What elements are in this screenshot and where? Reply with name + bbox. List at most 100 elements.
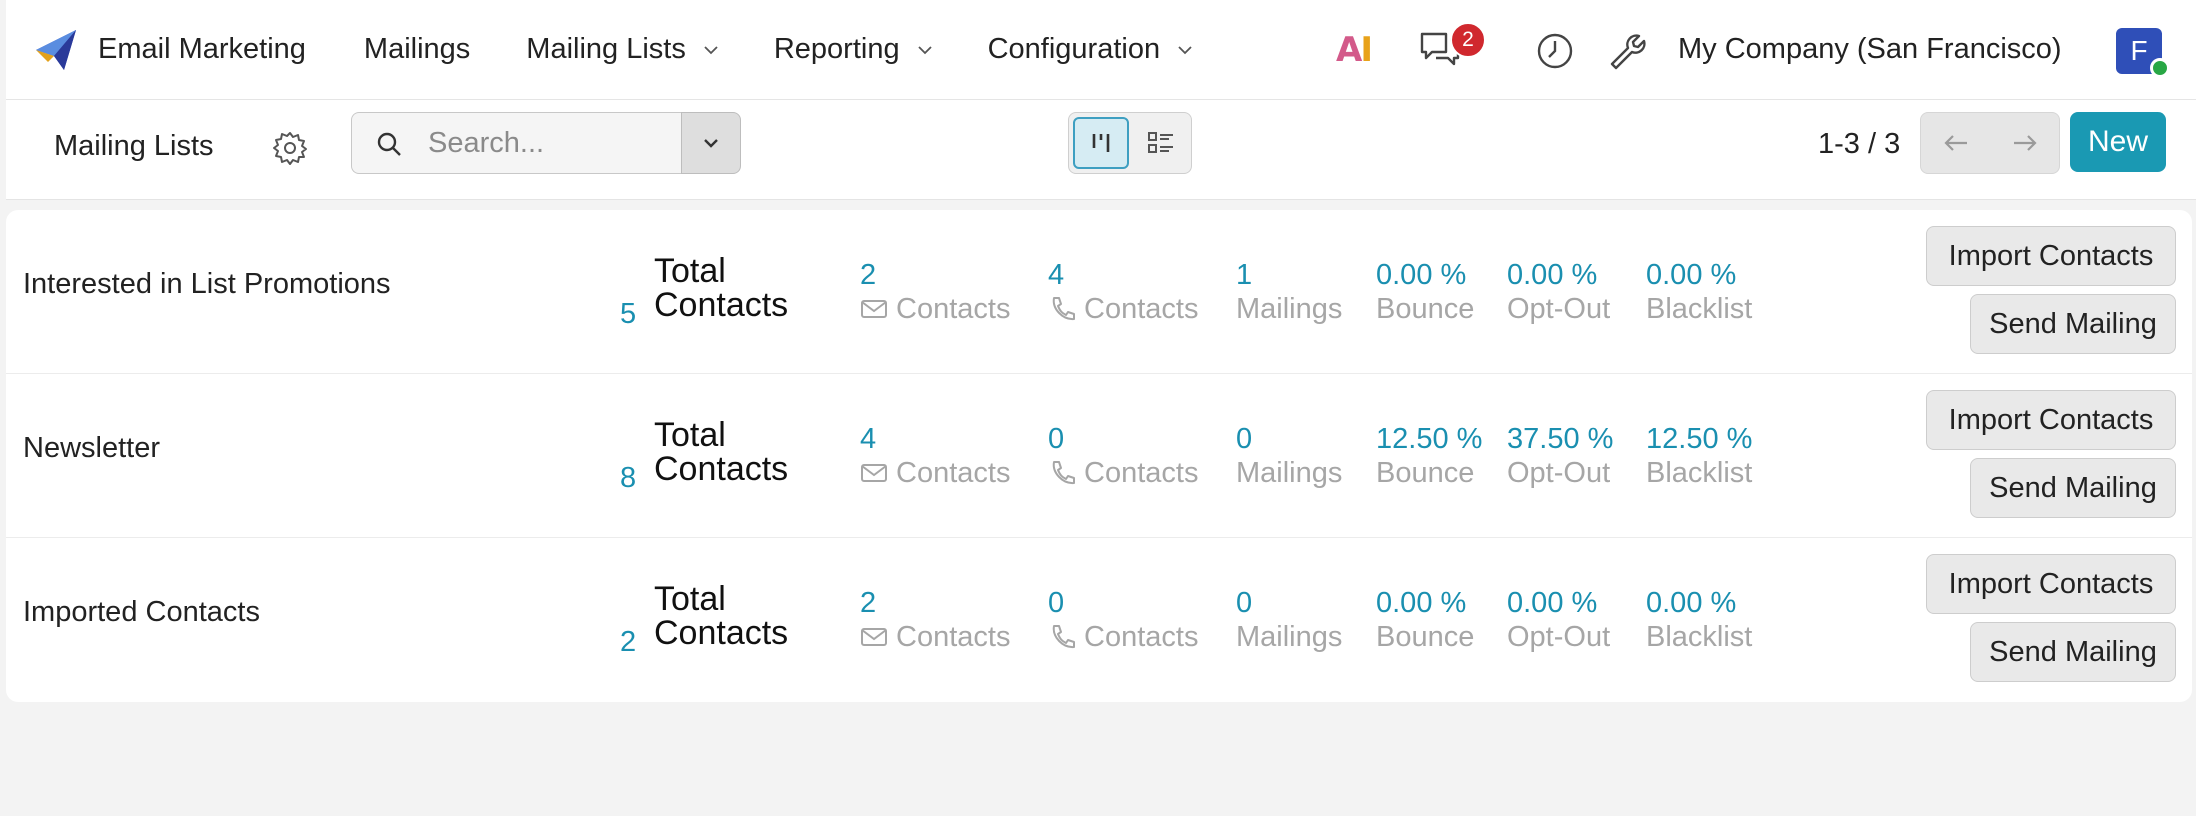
phone-contacts-value: 4 bbox=[1048, 259, 1065, 291]
optout-stat[interactable]: 37.50 % Opt-Out bbox=[1507, 422, 1613, 490]
phone-icon bbox=[1052, 461, 1075, 485]
phone-contacts-stat[interactable]: 0 Contacts bbox=[1048, 586, 1198, 654]
total-label-line1: Total bbox=[654, 416, 726, 454]
control-panel: Mailing Lists 1-3 / 3 bbox=[6, 100, 2196, 200]
clock-icon[interactable] bbox=[1536, 32, 1574, 70]
phone-contacts-stat[interactable]: 4 Contacts bbox=[1048, 258, 1198, 326]
total-label-line1: Total bbox=[654, 580, 726, 618]
new-button[interactable]: New bbox=[2070, 112, 2166, 172]
mailings-stat[interactable]: 0 Mailings bbox=[1236, 586, 1342, 654]
import-contacts-button[interactable]: Import Contacts bbox=[1926, 390, 2176, 450]
envelope-icon bbox=[861, 628, 887, 646]
wrench-icon[interactable] bbox=[1606, 30, 1646, 70]
total-label-line2: Contacts bbox=[654, 614, 789, 652]
optout-label: Opt-Out bbox=[1507, 293, 1611, 325]
gear-icon[interactable] bbox=[270, 128, 310, 168]
presence-indicator bbox=[2150, 58, 2170, 78]
list-name: Interested in List Promotions bbox=[23, 268, 391, 300]
mailings-stat[interactable]: 1 Mailings bbox=[1236, 258, 1342, 326]
send-mailing-button[interactable]: Send Mailing bbox=[1970, 458, 2176, 518]
menu-mailing-lists[interactable]: Mailing Lists bbox=[526, 33, 718, 66]
mailings-value: 0 bbox=[1236, 423, 1253, 455]
blacklist-label: Blacklist bbox=[1646, 457, 1753, 489]
total-contacts-value: 8 bbox=[620, 462, 637, 494]
send-mailing-button[interactable]: Send Mailing bbox=[1970, 622, 2176, 682]
mailing-lists-panel: Interested in List Promotions 5 Total Co… bbox=[6, 210, 2192, 702]
list-view-button[interactable] bbox=[1133, 117, 1189, 169]
total-label-line2: Contacts bbox=[654, 450, 789, 488]
blacklist-stat[interactable]: 0.00 % Blacklist bbox=[1646, 258, 1752, 326]
company-switcher[interactable]: My Company (San Francisco) bbox=[1678, 33, 2062, 66]
menu-configuration[interactable]: Configuration bbox=[988, 33, 1193, 66]
menu-mailings[interactable]: Mailings bbox=[364, 33, 470, 66]
pager-value[interactable]: 1-3 / 3 bbox=[1818, 128, 1900, 161]
phone-contacts-value: 0 bbox=[1048, 587, 1065, 619]
blacklist-value: 0.00 % bbox=[1646, 259, 1737, 291]
blacklist-stat[interactable]: 0.00 % Blacklist bbox=[1646, 586, 1752, 654]
email-contacts-label: Contacts bbox=[896, 293, 1011, 325]
mailings-value: 1 bbox=[1236, 259, 1253, 291]
app-name[interactable]: Email Marketing bbox=[98, 33, 306, 66]
mailings-label: Mailings bbox=[1236, 457, 1343, 489]
mailing-list-row[interactable]: Interested in List Promotions 5 Total Co… bbox=[6, 210, 2192, 374]
view-switcher bbox=[1068, 112, 1192, 174]
app-logo-icon[interactable] bbox=[34, 28, 78, 72]
mailing-list-row[interactable]: Newsletter 8 Total Contacts 4 Contacts 0… bbox=[6, 374, 2192, 538]
bounce-label: Bounce bbox=[1376, 293, 1475, 325]
search-options-toggle[interactable] bbox=[681, 112, 741, 174]
send-mailing-button[interactable]: Send Mailing bbox=[1970, 294, 2176, 354]
bounce-label: Bounce bbox=[1376, 457, 1475, 489]
optout-value: 37.50 % bbox=[1507, 423, 1614, 455]
menu-reporting-label: Reporting bbox=[773, 33, 900, 65]
optout-stat[interactable]: 0.00 % Opt-Out bbox=[1507, 586, 1610, 654]
phone-contacts-stat[interactable]: 0 Contacts bbox=[1048, 422, 1198, 490]
email-contacts-label: Contacts bbox=[896, 457, 1011, 489]
optout-stat[interactable]: 0.00 % Opt-Out bbox=[1507, 258, 1610, 326]
import-contacts-button[interactable]: Import Contacts bbox=[1926, 554, 2176, 614]
bounce-value: 12.50 % bbox=[1376, 423, 1483, 455]
bounce-stat[interactable]: 0.00 % Bounce bbox=[1376, 586, 1474, 654]
email-contacts-value: 2 bbox=[860, 259, 877, 291]
phone-icon bbox=[1052, 297, 1075, 321]
mailing-list-row[interactable]: Imported Contacts 2 Total Contacts 2 Con… bbox=[6, 538, 2192, 702]
pager-previous-button[interactable] bbox=[1921, 113, 1990, 173]
ai-icon-i: I bbox=[1360, 30, 1373, 70]
mailings-label: Mailings bbox=[1236, 293, 1343, 325]
phone-contacts-label: Contacts bbox=[1084, 293, 1199, 325]
blacklist-stat[interactable]: 12.50 % Blacklist bbox=[1646, 422, 1752, 490]
total-contacts-label: Total Contacts bbox=[654, 582, 788, 650]
menu-mailings-label: Mailings bbox=[363, 33, 471, 65]
bounce-value: 0.00 % bbox=[1376, 587, 1467, 619]
list-icon bbox=[1148, 132, 1173, 153]
email-contacts-stat[interactable]: 4 Contacts bbox=[860, 422, 1010, 490]
bounce-stat[interactable]: 12.50 % Bounce bbox=[1376, 422, 1482, 490]
optout-label: Opt-Out bbox=[1507, 621, 1611, 653]
bounce-stat[interactable]: 0.00 % Bounce bbox=[1376, 258, 1474, 326]
arrow-left-icon bbox=[1943, 135, 1967, 151]
arrow-right-icon bbox=[2013, 135, 2037, 151]
ai-icon[interactable]: AI bbox=[1336, 30, 1373, 70]
bounce-label: Bounce bbox=[1376, 621, 1475, 653]
email-contacts-stat[interactable]: 2 Contacts bbox=[860, 586, 1010, 654]
total-label-line1: Total bbox=[654, 252, 726, 290]
optout-label: Opt-Out bbox=[1507, 457, 1611, 489]
pager-next-button[interactable] bbox=[1990, 113, 2059, 173]
import-contacts-button[interactable]: Import Contacts bbox=[1926, 226, 2176, 286]
blacklist-value: 0.00 % bbox=[1646, 587, 1737, 619]
total-contacts-value: 2 bbox=[620, 626, 637, 658]
blacklist-label: Blacklist bbox=[1646, 293, 1753, 325]
pager-nav bbox=[1920, 112, 2060, 174]
envelope-icon bbox=[861, 300, 887, 318]
chat-badge: 2 bbox=[1450, 22, 1486, 58]
email-contacts-stat[interactable]: 2 Contacts bbox=[860, 258, 1010, 326]
total-contacts-label: Total Contacts bbox=[654, 254, 788, 322]
search-input[interactable] bbox=[428, 123, 668, 163]
menu-reporting[interactable]: Reporting bbox=[774, 33, 932, 66]
kanban-view-button[interactable] bbox=[1073, 117, 1129, 169]
mailings-value: 0 bbox=[1236, 587, 1253, 619]
mailings-stat[interactable]: 0 Mailings bbox=[1236, 422, 1342, 490]
search-box bbox=[351, 112, 681, 174]
total-contacts-value: 5 bbox=[620, 298, 637, 330]
chevron-down-icon bbox=[917, 46, 932, 55]
email-contacts-value: 2 bbox=[860, 587, 877, 619]
